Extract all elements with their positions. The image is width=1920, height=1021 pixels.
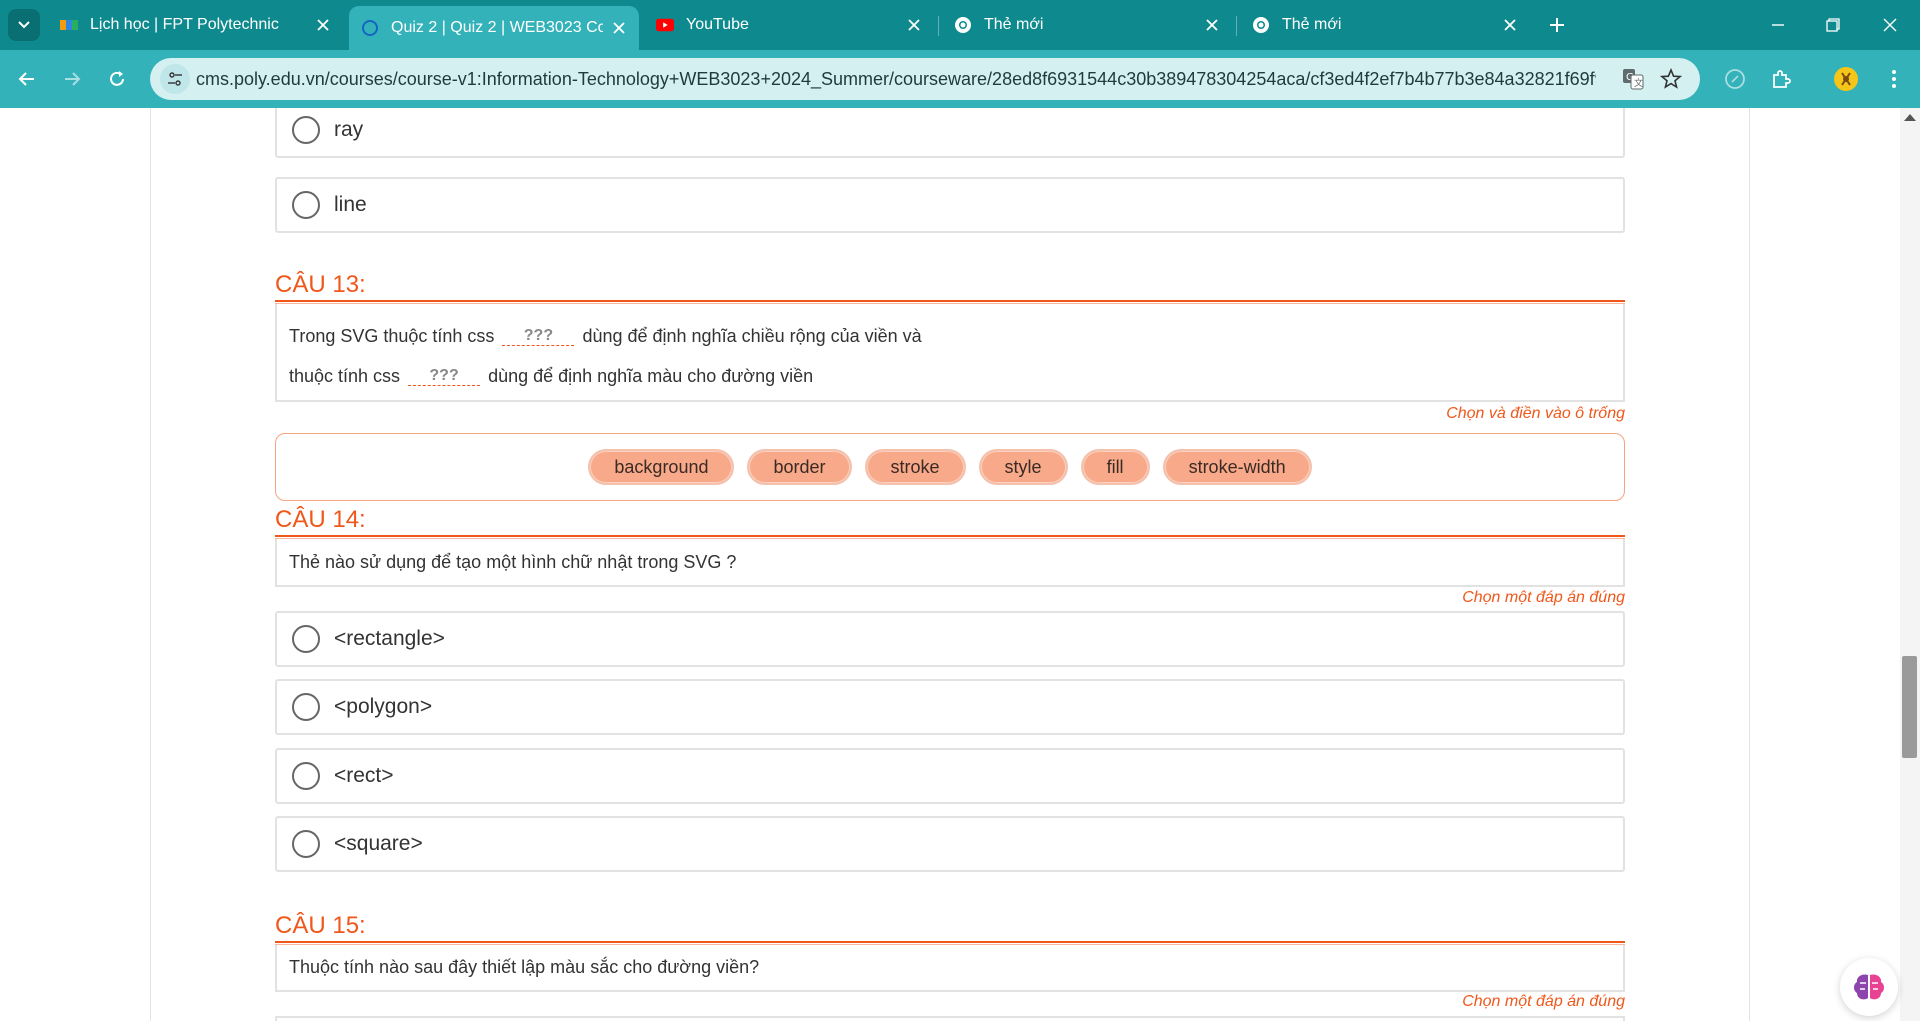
browser-toolbar: cms.poly.edu.vn/courses/course-v1:Inform… (0, 50, 1920, 108)
tab-separator (1236, 16, 1237, 36)
profile-avatar[interactable] (1832, 65, 1860, 93)
question-heading: CÂU 13: (275, 271, 366, 298)
ai-assistant-button[interactable] (1840, 958, 1898, 1016)
address-bar[interactable]: cms.poly.edu.vn/courses/course-v1:Inform… (150, 58, 1700, 100)
reload-button[interactable] (102, 64, 132, 94)
chevron-down-icon (18, 21, 30, 29)
compass-extension-icon[interactable] (1721, 65, 1749, 93)
option-label: <rectangle> (334, 627, 445, 650)
tab-new-2[interactable]: Thẻ mới (1240, 7, 1530, 43)
reload-icon (110, 71, 124, 86)
question-text-box: Thuộc tính nào sau đây thiết lập màu sắc… (275, 945, 1625, 992)
minimize-icon (1772, 24, 1784, 26)
tab-title: Thẻ mới (1282, 16, 1342, 33)
question-hint: Chọn và điền vào ô trống (1446, 405, 1625, 422)
answer-chip[interactable]: stroke (864, 449, 966, 485)
answer-option[interactable]: <rectangle> (275, 611, 1625, 667)
option-label: <polygon> (334, 695, 433, 718)
close-icon[interactable] (1500, 15, 1520, 35)
question-text: thuộc tính css (289, 365, 401, 386)
fill-blank-slot[interactable]: ??? (408, 367, 481, 386)
question-text: dùng để định nghĩa chiều rộng của viền v… (582, 325, 922, 346)
brain-icon (1854, 974, 1884, 1000)
loading-icon (361, 19, 379, 37)
tab-new-1[interactable]: Thẻ mới (942, 7, 1232, 43)
answer-chip[interactable]: border (747, 449, 852, 485)
minimize-button[interactable] (1758, 10, 1798, 40)
url-text: cms.poly.edu.vn/courses/course-v1:Inform… (196, 69, 1596, 89)
translate-icon[interactable]: G文 (1622, 68, 1644, 90)
tab-title: Lịch học | FPT Polytechnic (90, 16, 279, 33)
menu-kebab-icon[interactable] (1880, 65, 1908, 93)
tab-schedule[interactable]: Lịch học | FPT Polytechnic (48, 7, 343, 43)
scrollbar-thumb[interactable] (1902, 656, 1917, 758)
tab-title: Quiz 2 | Quiz 2 | WEB3023 Cour (391, 19, 603, 36)
tab-youtube[interactable]: YouTube (644, 7, 934, 43)
tab-separator (938, 16, 939, 36)
bookmark-star-icon[interactable] (1659, 67, 1683, 90)
restore-icon (1826, 18, 1840, 32)
answer-option[interactable]: line (275, 177, 1625, 233)
restore-button[interactable] (1813, 10, 1853, 40)
answer-option[interactable]: <rect> (275, 748, 1625, 804)
option-label: <rect> (334, 764, 394, 787)
answer-chip[interactable]: background (588, 449, 735, 485)
tab-bar: Lịch học | FPT Polytechnic Quiz 2 | Quiz… (0, 0, 1920, 50)
answer-chip[interactable]: stroke-width (1162, 449, 1312, 485)
close-icon[interactable] (609, 18, 629, 38)
scroll-up-arrow-icon[interactable] (1904, 114, 1916, 121)
site-settings-icon[interactable] (160, 64, 190, 94)
question-text: dùng để định nghĩa màu cho đường viền (488, 365, 814, 386)
question-heading: CÂU 15: (275, 912, 366, 939)
radio-button[interactable] (292, 191, 320, 219)
new-tab-button[interactable] (1543, 11, 1571, 39)
extensions-puzzle-icon[interactable] (1767, 65, 1795, 93)
svg-text:文: 文 (1634, 77, 1643, 89)
radio-button[interactable] (292, 693, 320, 721)
back-button[interactable] (12, 64, 42, 94)
question-hint: Chọn một đáp án đúng (1462, 589, 1625, 606)
answer-chip[interactable]: style (978, 449, 1068, 485)
page-viewport: ray line CÂU 13: Trong SVG thuộc tính cs… (0, 108, 1920, 1021)
tab-title: YouTube (686, 16, 749, 33)
scrollbar-track[interactable] (1900, 108, 1920, 1021)
close-icon[interactable] (1202, 15, 1222, 35)
close-icon[interactable] (313, 15, 333, 35)
question-text: Thẻ nào sử dụng để tạo một hình chữ nhật… (289, 551, 737, 572)
question-hint: Chọn một đáp án đúng (1462, 993, 1625, 1010)
close-window-button[interactable] (1870, 10, 1910, 40)
option-label: line (334, 193, 367, 216)
arrow-left-icon (18, 72, 34, 86)
forward-button[interactable] (57, 64, 87, 94)
plus-icon (1550, 18, 1564, 32)
chrome-icon (954, 16, 972, 34)
answer-chip[interactable]: fill (1080, 449, 1150, 485)
question-text: Trong SVG thuộc tính css (289, 325, 495, 346)
option-label: ray (334, 118, 364, 141)
youtube-icon (656, 16, 674, 34)
tab-title: Thẻ mới (984, 16, 1044, 33)
fill-blank-slot[interactable]: ??? (502, 327, 575, 346)
radio-button[interactable] (292, 830, 320, 858)
answer-chip-bank: background border stroke style fill stro… (275, 433, 1625, 501)
answer-option[interactable]: ray (275, 108, 1625, 158)
answer-option[interactable]: <square> (275, 816, 1625, 872)
question-heading: CÂU 14: (275, 506, 366, 533)
chrome-icon (1252, 16, 1270, 34)
answer-option[interactable]: <polygon> (275, 679, 1625, 735)
question-text: Thuộc tính nào sau đây thiết lập màu sắc… (289, 957, 760, 977)
close-icon[interactable] (904, 15, 924, 35)
radio-button[interactable] (292, 625, 320, 653)
question-text-box: Thẻ nào sử dụng để tạo một hình chữ nhật… (275, 539, 1625, 587)
question-text-box: Trong SVG thuộc tính css ??? dùng để địn… (275, 304, 1625, 402)
tab-quiz[interactable]: Quiz 2 | Quiz 2 | WEB3023 Cour (349, 6, 639, 50)
fpt-logo-icon (60, 16, 78, 34)
answer-option[interactable] (275, 1016, 1625, 1021)
tab-search-button[interactable] (8, 9, 40, 41)
close-icon (1883, 18, 1897, 32)
radio-button[interactable] (292, 116, 320, 144)
option-label: <square> (334, 832, 423, 855)
radio-button[interactable] (292, 762, 320, 790)
arrow-right-icon (65, 72, 81, 86)
